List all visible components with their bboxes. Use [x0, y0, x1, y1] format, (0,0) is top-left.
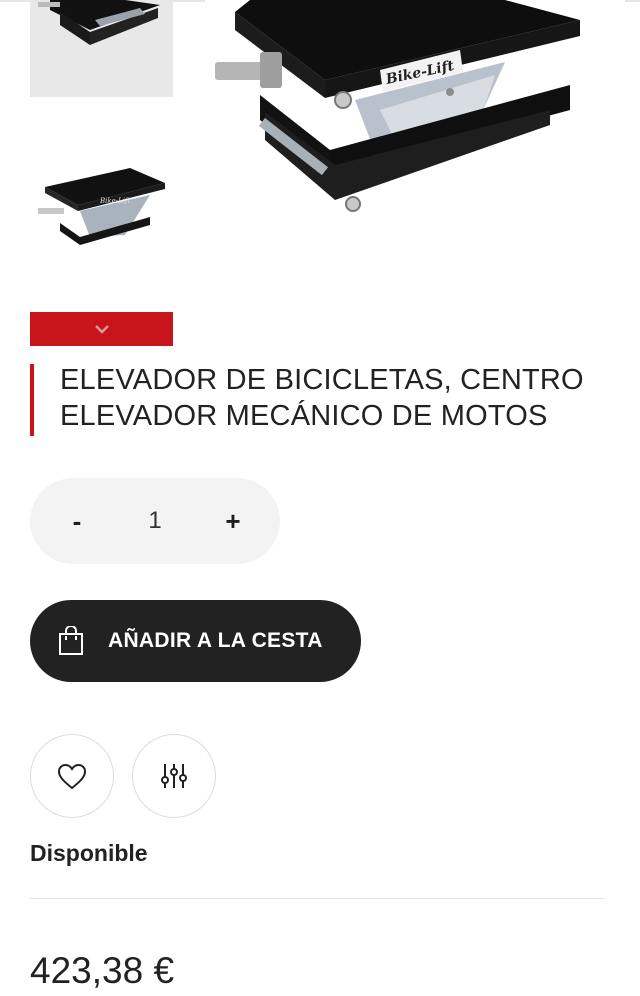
title-accent-bar: [30, 364, 34, 436]
wishlist-button[interactable]: [30, 734, 114, 818]
product-thumbnail-image: [30, 0, 173, 97]
lift-illustration: Bike-Lift: [205, 0, 625, 290]
add-to-cart-button[interactable]: AÑADIR A LA CESTA: [30, 600, 361, 682]
brand-logo-small: Bike-Lift: [99, 197, 131, 205]
quantity-increase-button[interactable]: +: [218, 506, 248, 537]
add-to-cart-label: AÑADIR A LA CESTA: [108, 629, 323, 652]
chevron-down-icon: [94, 325, 109, 334]
thumbnail-scroll-down-button[interactable]: [30, 312, 173, 346]
product-title: ELEVADOR DE BICICLETAS, CENTRO ELEVADOR …: [60, 364, 584, 432]
quantity-decrease-button[interactable]: -: [62, 506, 92, 537]
compare-button[interactable]: [132, 734, 216, 818]
shopping-bag-icon: [59, 626, 83, 655]
availability-status: Disponible: [30, 840, 148, 866]
section-divider: [30, 898, 605, 899]
product-title-block: ELEVADOR DE BICICLETAS, CENTRO ELEVADOR …: [30, 362, 610, 436]
product-thumbnail-image: Bike-Lift: [30, 125, 173, 285]
quantity-input[interactable]: 1: [135, 507, 175, 535]
quantity-stepper: - 1 +: [30, 478, 280, 564]
product-thumbnail-1[interactable]: [30, 0, 173, 97]
product-thumbnail-2[interactable]: Bike-Lift: [30, 125, 173, 285]
product-price: 423,38 €: [30, 950, 175, 991]
heart-icon: [57, 763, 87, 789]
product-main-image[interactable]: Bike-Lift: [205, 0, 625, 290]
sliders-icon: [161, 764, 187, 788]
